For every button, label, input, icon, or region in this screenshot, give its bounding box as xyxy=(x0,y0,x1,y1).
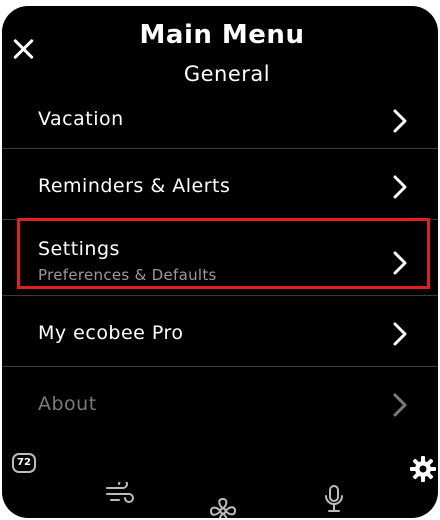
chevron-right-icon xyxy=(392,174,408,200)
menu-item-about[interactable]: About xyxy=(2,367,438,437)
temperature-badge[interactable]: 72 xyxy=(12,453,36,473)
menu-item-label: Reminders & Alerts xyxy=(38,175,231,197)
menu-item-reminders-alerts[interactable]: Reminders & Alerts xyxy=(2,149,438,219)
menu-item-label: My ecobee Pro xyxy=(38,322,184,344)
chevron-right-icon xyxy=(392,321,408,347)
menu-item-label: About xyxy=(38,393,97,415)
chevron-right-icon xyxy=(392,392,408,418)
page-subtitle: General xyxy=(183,62,271,86)
air-quality-icon[interactable] xyxy=(105,479,135,506)
fan-icon[interactable] xyxy=(208,496,238,518)
highlight-box xyxy=(17,218,430,289)
menu-item-my-ecobee-pro[interactable]: My ecobee Pro xyxy=(2,296,438,366)
page-title: Main Menu xyxy=(139,20,305,50)
menu-item-vacation[interactable]: Vacation xyxy=(2,86,438,156)
chevron-right-icon xyxy=(392,108,408,134)
gear-icon[interactable] xyxy=(410,456,436,482)
microphone-icon[interactable] xyxy=(324,484,344,514)
menu-item-label: Vacation xyxy=(38,108,124,130)
